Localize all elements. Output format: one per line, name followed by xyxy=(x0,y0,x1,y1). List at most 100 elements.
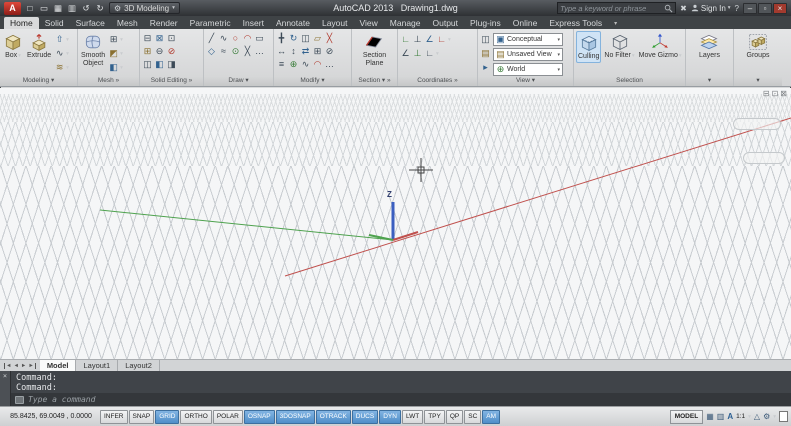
fillet-edge-icon[interactable]: ◫ xyxy=(142,59,153,71)
save-icon[interactable]: ▦ xyxy=(52,3,64,14)
toggle-snap[interactable]: SNAP xyxy=(128,409,155,424)
new-icon[interactable]: □ xyxy=(24,3,36,13)
toggle-sc[interactable]: SC xyxy=(464,409,482,424)
panel-title-modify[interactable]: Modify ▾ xyxy=(274,76,351,86)
mesh-extrude-face-icon[interactable]: ◧ xyxy=(108,62,119,74)
ucs-previous-icon[interactable]: ∠ xyxy=(424,34,435,46)
tab-view[interactable]: View xyxy=(354,17,384,29)
rectangle-icon[interactable]: ▭ xyxy=(254,33,265,45)
tab-render[interactable]: Render xyxy=(144,17,184,29)
visual-style-dropdown[interactable]: ▣ Conceptual ▾ xyxy=(493,33,563,46)
navbar-ghost-control[interactable] xyxy=(743,152,785,164)
explode-icon[interactable]: ⊕ xyxy=(288,59,299,71)
search-input[interactable] xyxy=(560,3,665,13)
exchange-apps-icon[interactable]: ✖ xyxy=(680,4,687,13)
toggle-3dosnap[interactable]: 3DOSNAP xyxy=(275,409,315,424)
layout-tab-model[interactable]: Model xyxy=(39,360,77,371)
smooth-object-button[interactable]: Smooth Object xyxy=(80,31,106,69)
annotation-visibility-icon[interactable]: △ xyxy=(754,412,760,421)
motion-icon[interactable]: ▸ xyxy=(480,62,491,74)
panel-title-view[interactable]: View ▾ xyxy=(478,76,573,86)
model-space-button[interactable]: MODEL xyxy=(669,409,704,424)
tab-express-tools[interactable]: Express Tools xyxy=(543,17,608,29)
quick-view-drawings-icon[interactable]: ▥ xyxy=(717,412,725,421)
erase-icon[interactable]: ╳ xyxy=(324,33,335,45)
extrude-button[interactable]: Extrude xyxy=(26,31,52,61)
tab-manage[interactable]: Manage xyxy=(384,17,427,29)
trim-icon[interactable]: ⊘ xyxy=(324,46,335,58)
ucs-z-axis-icon[interactable]: ∠ xyxy=(400,48,411,60)
spline-icon[interactable]: ≈ xyxy=(218,46,229,58)
taper-face-icon[interactable]: ◧ xyxy=(154,59,165,71)
toggle-qp[interactable]: QP xyxy=(445,409,464,424)
presspull-icon[interactable]: ⇧ xyxy=(54,34,65,46)
panel-title-modeling[interactable]: Modeling ▾ xyxy=(0,76,77,86)
modify-more-icon[interactable]: … xyxy=(324,59,335,71)
draw-more-icon[interactable]: … xyxy=(254,46,265,58)
help-search-box[interactable] xyxy=(557,2,677,14)
hatch-icon[interactable]: ╳ xyxy=(242,46,253,58)
command-input-row[interactable]: Type a command xyxy=(11,393,791,406)
move-icon[interactable]: ╋ xyxy=(276,33,287,45)
next-tab-icon[interactable]: ► xyxy=(21,363,26,369)
groups-button[interactable]: Groups xyxy=(746,31,771,61)
arc-icon[interactable]: ◠ xyxy=(242,33,253,45)
ucs-origin-icon[interactable]: ∟ xyxy=(436,34,447,46)
command-close-icon[interactable]: × xyxy=(3,372,7,380)
mirror-icon[interactable]: ▱ xyxy=(312,33,323,45)
slice-icon[interactable]: ⊞ xyxy=(142,46,153,58)
last-tab-icon[interactable]: ► xyxy=(28,362,36,369)
array-icon[interactable]: ⊞ xyxy=(312,46,323,58)
previous-tab-icon[interactable]: ◄ xyxy=(13,363,18,369)
tab-parametric[interactable]: Parametric xyxy=(184,17,237,29)
loft-icon[interactable]: ≋ xyxy=(54,62,65,74)
ribbon-options-caret-icon[interactable]: ▾ xyxy=(614,20,617,29)
scale-icon[interactable]: ↕ xyxy=(288,46,299,58)
mesh-crease-icon[interactable]: ◩ xyxy=(108,48,119,60)
imprint-icon[interactable]: ⊘ xyxy=(166,46,177,58)
coordinate-readout[interactable]: 85.8425, 69.0049 , 0.0000 xyxy=(3,413,99,420)
sweep-icon[interactable]: ∿ xyxy=(54,48,65,60)
tab-insert[interactable]: Insert xyxy=(237,17,270,29)
camera-icon[interactable]: ▤ xyxy=(480,48,491,60)
toggle-tpy[interactable]: TPY xyxy=(424,409,445,424)
culling-button[interactable]: Culling xyxy=(576,31,602,63)
circle-icon[interactable]: ○ xyxy=(230,33,241,45)
undo-icon[interactable]: ↺ xyxy=(80,3,92,14)
copy-icon[interactable]: ◫ xyxy=(300,33,311,45)
panel-title-mesh[interactable]: Mesh » xyxy=(78,76,139,86)
ucs-named-icon[interactable]: ∟ xyxy=(424,48,435,60)
drawing-area[interactable]: Z ⊟ ⊡ ⊠ xyxy=(0,88,791,359)
named-view-dropdown[interactable]: ▤ Unsaved View ▾ xyxy=(493,48,563,61)
panel-title-solid-editing[interactable]: Solid Editing » xyxy=(140,76,203,86)
drawing-restore-icon[interactable]: ⊡ xyxy=(772,89,779,98)
panel-title-draw[interactable]: Draw ▾ xyxy=(204,76,273,86)
section-plane-button[interactable]: Section Plane xyxy=(362,31,387,69)
open-icon[interactable]: ▭ xyxy=(38,3,50,14)
toggle-infer[interactable]: INFER xyxy=(100,409,128,424)
layout-tab-layout2[interactable]: Layout2 xyxy=(118,360,160,371)
intersect-icon[interactable]: ⊡ xyxy=(166,33,177,45)
stretch-icon[interactable]: ↔ xyxy=(276,46,287,58)
application-menu-button[interactable]: A xyxy=(4,1,21,15)
view-section-icon[interactable]: ◫ xyxy=(480,34,491,46)
toggle-osnap[interactable]: OSNAP xyxy=(243,409,275,424)
workspace-switcher[interactable]: ⚙ 3D Modeling ▾ xyxy=(109,2,180,14)
drawing-close-icon[interactable]: ⊠ xyxy=(780,89,787,98)
toggle-dyn[interactable]: DYN xyxy=(379,409,401,424)
subtract-icon[interactable]: ⊠ xyxy=(154,33,165,45)
mesh-refine-icon[interactable]: ⊞ xyxy=(108,34,119,46)
polyline-icon[interactable]: ∿ xyxy=(218,33,229,45)
ucs-world-icon[interactable]: ⊥ xyxy=(412,34,423,46)
maximize-button[interactable]: ▫ xyxy=(758,2,772,14)
tab-home[interactable]: Home xyxy=(4,17,39,29)
quick-view-layouts-icon[interactable]: ▦ xyxy=(706,412,714,421)
annotation-scale-value[interactable]: 1:1 xyxy=(736,413,745,420)
panel-title-layers[interactable]: ▾ xyxy=(686,76,733,86)
move-gizmo-button[interactable]: Move Gizmo ▾ xyxy=(638,31,683,61)
line-icon[interactable]: ╱ xyxy=(206,33,217,45)
tab-annotate[interactable]: Annotate xyxy=(270,17,316,29)
command-window[interactable]: × Command: Command: Type a command xyxy=(0,371,791,406)
box-button[interactable]: Box ▾ xyxy=(2,31,24,61)
no-filter-button[interactable]: No Filter ▾ xyxy=(603,31,635,61)
